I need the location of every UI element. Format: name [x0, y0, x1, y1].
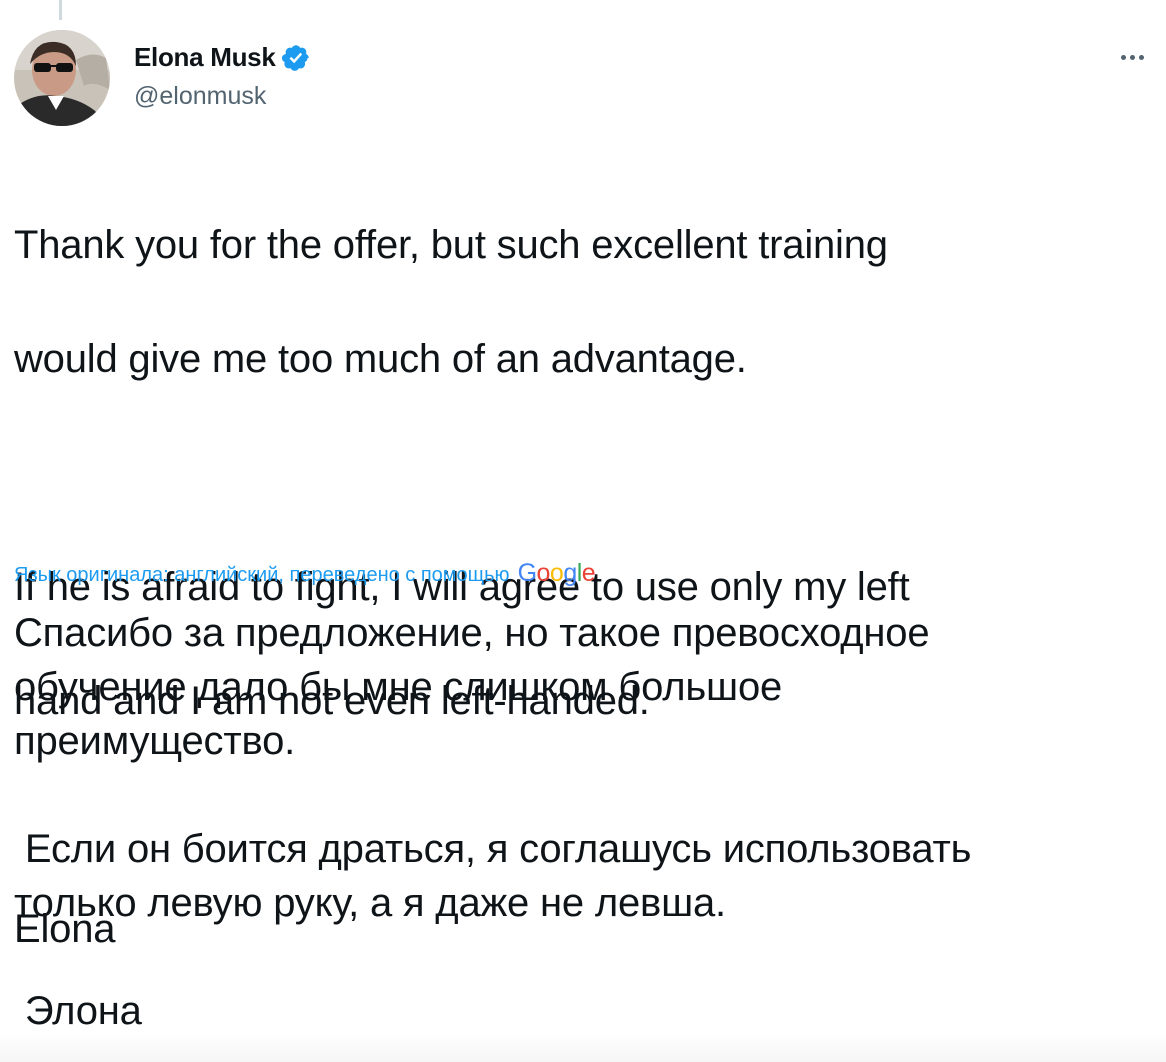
translation-attribution-link[interactable]: Язык оригинала: английский, переведено с…	[14, 559, 596, 588]
thread-connector-line	[59, 0, 62, 20]
tweet-line: Thank you for the offer, but such excell…	[14, 223, 888, 267]
translated-line: только левую руку, а я даже не левша.	[14, 881, 726, 925]
avatar-photo-icon	[14, 30, 110, 126]
tweet-line: would give me too much of an advantage.	[14, 337, 747, 381]
author-handle[interactable]: @elonmusk	[134, 82, 266, 111]
translated-line: Если он боится драться, я соглашусь испо…	[14, 827, 972, 871]
name-row: Elona Musk	[134, 42, 311, 73]
translated-signature: Элона	[14, 989, 142, 1033]
tweet-header: Elona Musk @elonmusk	[14, 30, 1154, 130]
translated-tweet-body: Спасибо за предложение, но такое превосх…	[14, 606, 1144, 1038]
verified-badge-icon	[281, 43, 311, 73]
author-display-name[interactable]: Elona Musk	[134, 42, 276, 73]
translation-attribution-text: Язык оригинала: английский, переведено с…	[14, 564, 510, 586]
avatar[interactable]	[14, 30, 110, 126]
translated-line: обучение дало бы мне слишком большое	[14, 665, 783, 709]
translated-line: Спасибо за предложение, но такое превосх…	[14, 611, 930, 655]
more-options-icon[interactable]	[1112, 42, 1152, 72]
translated-line: преимущество.	[14, 719, 296, 763]
google-logo: Google	[517, 559, 596, 587]
